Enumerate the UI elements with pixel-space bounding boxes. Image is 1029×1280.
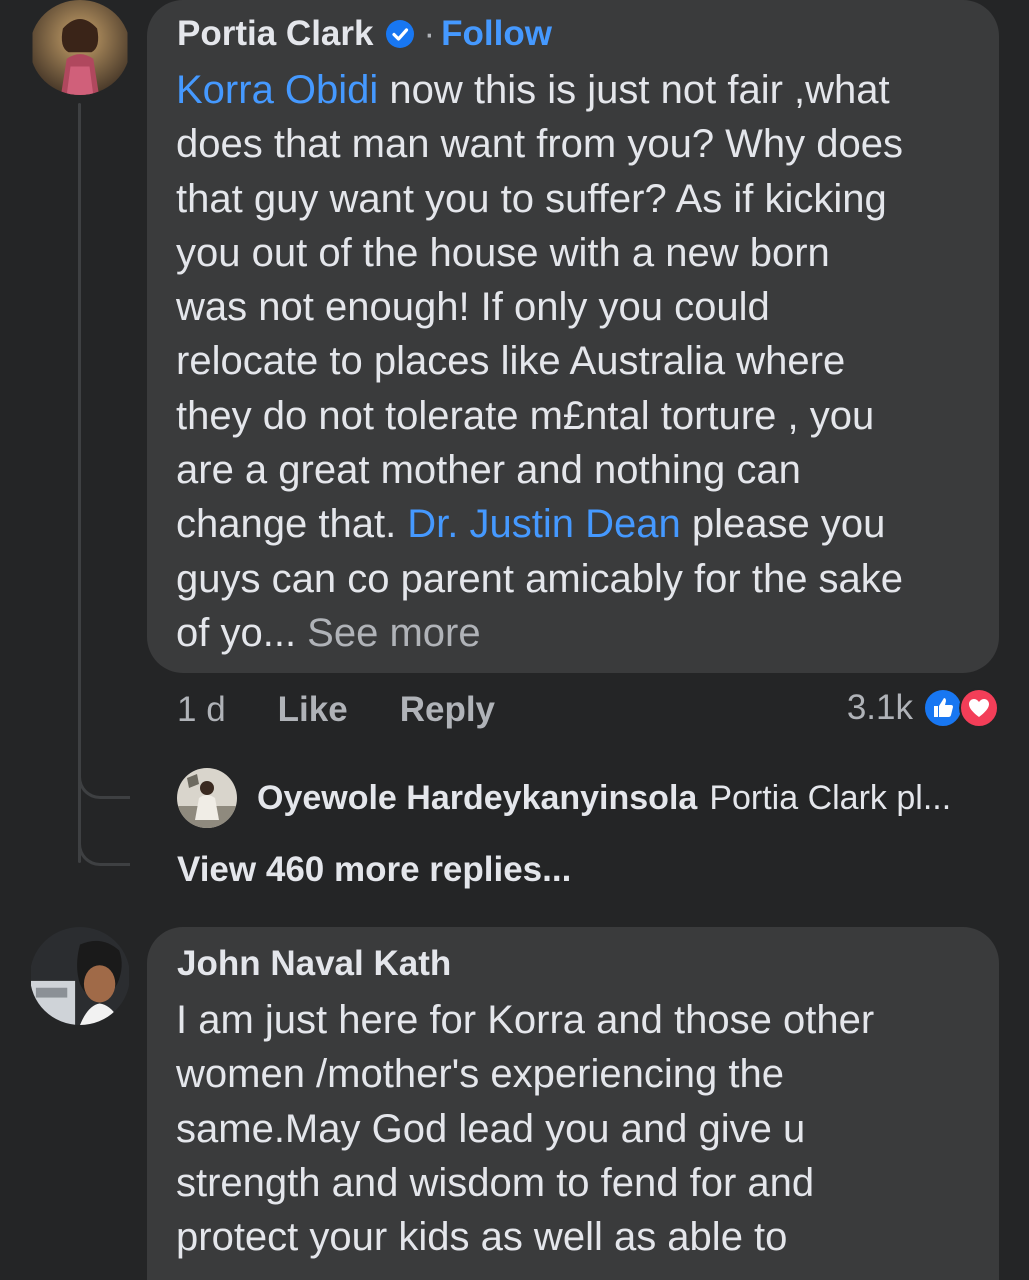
like-reaction-icon	[923, 688, 963, 728]
avatar-oyewole[interactable]	[177, 768, 237, 828]
comment-text-run: guys can co parent amicably for the sake	[176, 556, 904, 601]
comment-line: strength and wisdom to fend for and	[176, 1160, 815, 1205]
comment-text-run: of yo...	[176, 610, 308, 655]
comment-line: that guy want you to suffer? As if kicki…	[176, 172, 976, 226]
comment-text-run: you out of the house with a new born	[176, 230, 830, 275]
comment-line: women /mother's experiencing the	[176, 1052, 784, 1097]
comment-text-run: relocate to places like Australia where	[176, 339, 846, 384]
verified-badge-icon	[385, 19, 415, 49]
comment-line: they do not tolerate m£ntal torture , yo…	[176, 389, 976, 443]
reaction-count: 3.1k	[846, 688, 913, 727]
follow-button[interactable]: Follow	[441, 14, 552, 54]
comment-author-name[interactable]: John Naval Kath	[177, 944, 451, 984]
avatar-john-naval-kath[interactable]	[30, 927, 130, 1025]
comment-line: are a great mother and nothing can	[176, 443, 976, 497]
thread-line	[78, 103, 81, 863]
comment-author-row: Portia Clark · Follow	[177, 14, 552, 54]
comment-line: Korra Obidi now this is just not fair ,w…	[176, 63, 976, 117]
comment-actions: 1 d Like Reply	[177, 690, 495, 730]
separator-dot: ·	[423, 14, 436, 53]
reply-button[interactable]: Reply	[400, 690, 495, 730]
comment-text-run: does that man want from you? Why does	[176, 122, 904, 167]
comment-text-run: that guy want you to suffer? As if kicki…	[176, 176, 887, 221]
comment-text-run: are a great mother and nothing can	[176, 448, 801, 493]
comment-line: of yo... See more	[176, 606, 976, 660]
see-more-link[interactable]: See more	[307, 611, 480, 655]
reply-snippet: Portia Clark pl...	[709, 778, 952, 817]
comment-line: change that. Dr. Justin Dean please you	[176, 497, 976, 551]
comment-author-name[interactable]: Portia Clark	[177, 14, 373, 54]
comment-line: protect your kids as well as able to	[176, 1215, 788, 1260]
comment-line: same.May God lead you and give u	[176, 1106, 806, 1151]
comment-text: I am just here for Korra and those other…	[176, 993, 996, 1264]
thread-branch-view-more	[78, 830, 130, 866]
love-reaction-icon	[959, 688, 999, 728]
mention-link[interactable]: Korra Obidi	[176, 68, 378, 112]
comment-line: relocate to places like Australia where	[176, 334, 976, 388]
comment-text-run: now this is just not fair ,what	[378, 68, 890, 112]
comment-text-run: they do not tolerate m£ntal torture , yo…	[176, 393, 875, 438]
comment-line: you out of the house with a new born	[176, 226, 976, 280]
reply-author-name[interactable]: Oyewole Hardeykanyinsola	[257, 779, 697, 818]
comment-text-run: change that.	[176, 502, 408, 547]
avatar-portia-clark[interactable]	[30, 0, 130, 95]
reply-preview[interactable]: Oyewole Hardeykanyinsola Portia Clark pl…	[177, 768, 951, 828]
reaction-summary[interactable]: 3.1k	[847, 688, 999, 728]
comment-timestamp[interactable]: 1 d	[177, 690, 226, 730]
comments-panel: Portia Clark · Follow Korra Obidi now th…	[0, 0, 1029, 1280]
comment-line: guys can co parent amicably for the sake	[176, 552, 976, 606]
mention-link[interactable]: Dr. Justin Dean	[407, 502, 680, 546]
comment-text-run: please you	[680, 502, 886, 547]
like-button[interactable]: Like	[278, 690, 348, 730]
comment-line: was not enough! If only you could	[176, 280, 976, 334]
view-more-replies-link[interactable]: View 460 more replies...	[177, 850, 571, 890]
comment-line: I am just here for Korra and those other	[176, 998, 875, 1042]
comment-line: does that man want from you? Why does	[176, 117, 976, 171]
comment-text-run: was not enough! If only you could	[176, 285, 770, 330]
thread-branch-reply	[78, 763, 130, 799]
comment-bubble: Portia Clark · Follow Korra Obidi now th…	[147, 0, 999, 673]
comment-text: Korra Obidi now this is just not fair ,w…	[176, 63, 976, 660]
